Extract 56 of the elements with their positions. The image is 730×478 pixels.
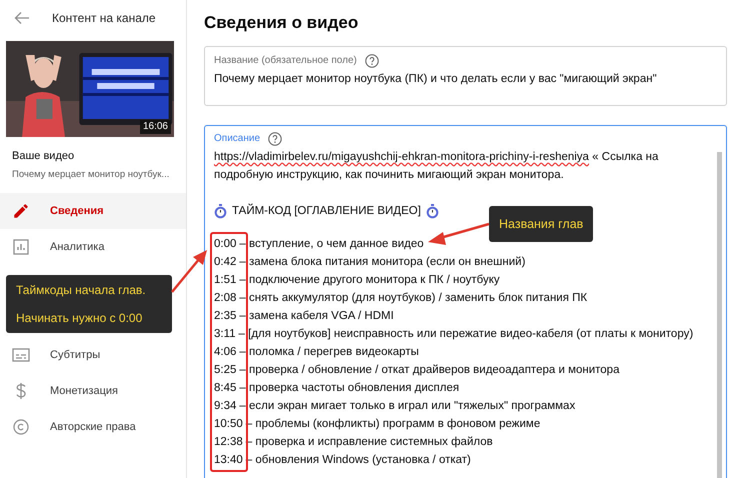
chapter-title: – поломка / перегрев видеокарты [239,345,419,360]
chapter-time: 5:25 [214,363,236,378]
scrollbar[interactable] [717,152,722,478]
sidebar-item[interactable]: Сведения [0,192,186,229]
back-arrow-icon[interactable] [14,11,30,25]
chapter-time: 1:51 [214,273,236,288]
dollar-icon [15,382,27,400]
chapter-title: – снять аккумулятор (для ноутбуков) / заменить блок питания ПК [239,291,588,306]
chapter-title: – вступление, о чем данное видео [239,237,424,252]
callout-text: Начинать нужно с 0:00 [16,310,144,327]
chapter-time: 0:00 [214,237,236,252]
description-link[interactable]: https://vladimirbelev.ru/migayushchij-ehkran-monitora-prichiny-i-resheniya [214,151,589,163]
field-label: Название (обязательное поле) [214,54,357,68]
timecode-header: ТАЙМ-КОД [ОГЛАВЛЕНИЕ ВИДЕО] [232,202,421,219]
chart-icon [13,238,29,255]
callout-text: Названия глав [499,217,584,231]
video-title: Почему мерцает монитор ноутбук... [12,168,170,182]
duration-badge: 16:06 [140,120,171,134]
chapter-title: – замена блока питания монитора (если он внешний) [239,255,526,270]
title-value: Почему мерцает монитор ноутбука (ПК) и что делать если у вас "мигающий экран" [214,72,658,87]
help-icon[interactable] [268,132,282,146]
sidebar-item[interactable]: Субтитры [0,336,186,373]
chapter-title: – [для ноутбуков] неисправность или пережатие видео-кабеля (от платы к монитору) [238,327,694,342]
pencil-icon [12,202,30,220]
chapter-time: 13:40 [214,453,243,468]
chapter-title: – замена кабеля VGA / HDMI [239,309,394,324]
title-field[interactable]: Название (обязательное поле) Почему мерцает монитор ноутбука (ПК) и что делать если у вас "мигающий экран" [204,46,727,106]
chapter-title: – если экран мигает только в играл или "тяжелых" программах [239,399,576,414]
video-heading: Ваше видео [12,149,76,164]
chapter-time: 10:50 [214,417,243,432]
help-icon[interactable] [364,54,379,68]
chapter-title: – подключение другого монитора к ПК / ноутбуку [239,273,500,288]
chapter-time: 12:38 [214,435,243,450]
chapter-time: 0:42 [214,255,236,270]
description-intro: https://vladimirbelev.ru/migayushchij-ehkran-monitora-prichiny-i-resheniya « Ссылка на подробную инструкцию, как починить мигающий экран монитора. [214,150,660,183]
sidebar-item[interactable]: Авторские права [0,408,186,445]
chapter-time: 9:34 [214,399,236,414]
chapter-time: 8:45 [214,381,236,396]
callout-text: Таймкоды начала глав. [16,282,147,299]
stopwatch-icon [426,204,439,218]
field-label: Описание [214,132,260,146]
stopwatch-icon [214,204,227,218]
copyright-icon [13,418,29,435]
chapter-time: 3:11 [214,327,236,342]
back-link-label[interactable]: Контент на канале [52,9,156,27]
chapter-title: – проверка частоты обновления дисплея [239,381,460,396]
arrow [428,222,490,245]
chapter-time: 4:06 [214,345,236,360]
page-title: Сведения о видео [204,12,360,34]
subtitles-icon [12,348,30,362]
chapter-time: 2:35 [214,309,236,324]
arrow [171,250,207,293]
chapter-title: – проверка / обновление / откат драйверов видеоадаптера и монитора [239,363,620,378]
sidebar-item[interactable]: Монетизация [0,372,186,409]
chapter-time: 2:08 [214,291,236,306]
sidebar-item[interactable]: Аналитика [0,228,186,265]
